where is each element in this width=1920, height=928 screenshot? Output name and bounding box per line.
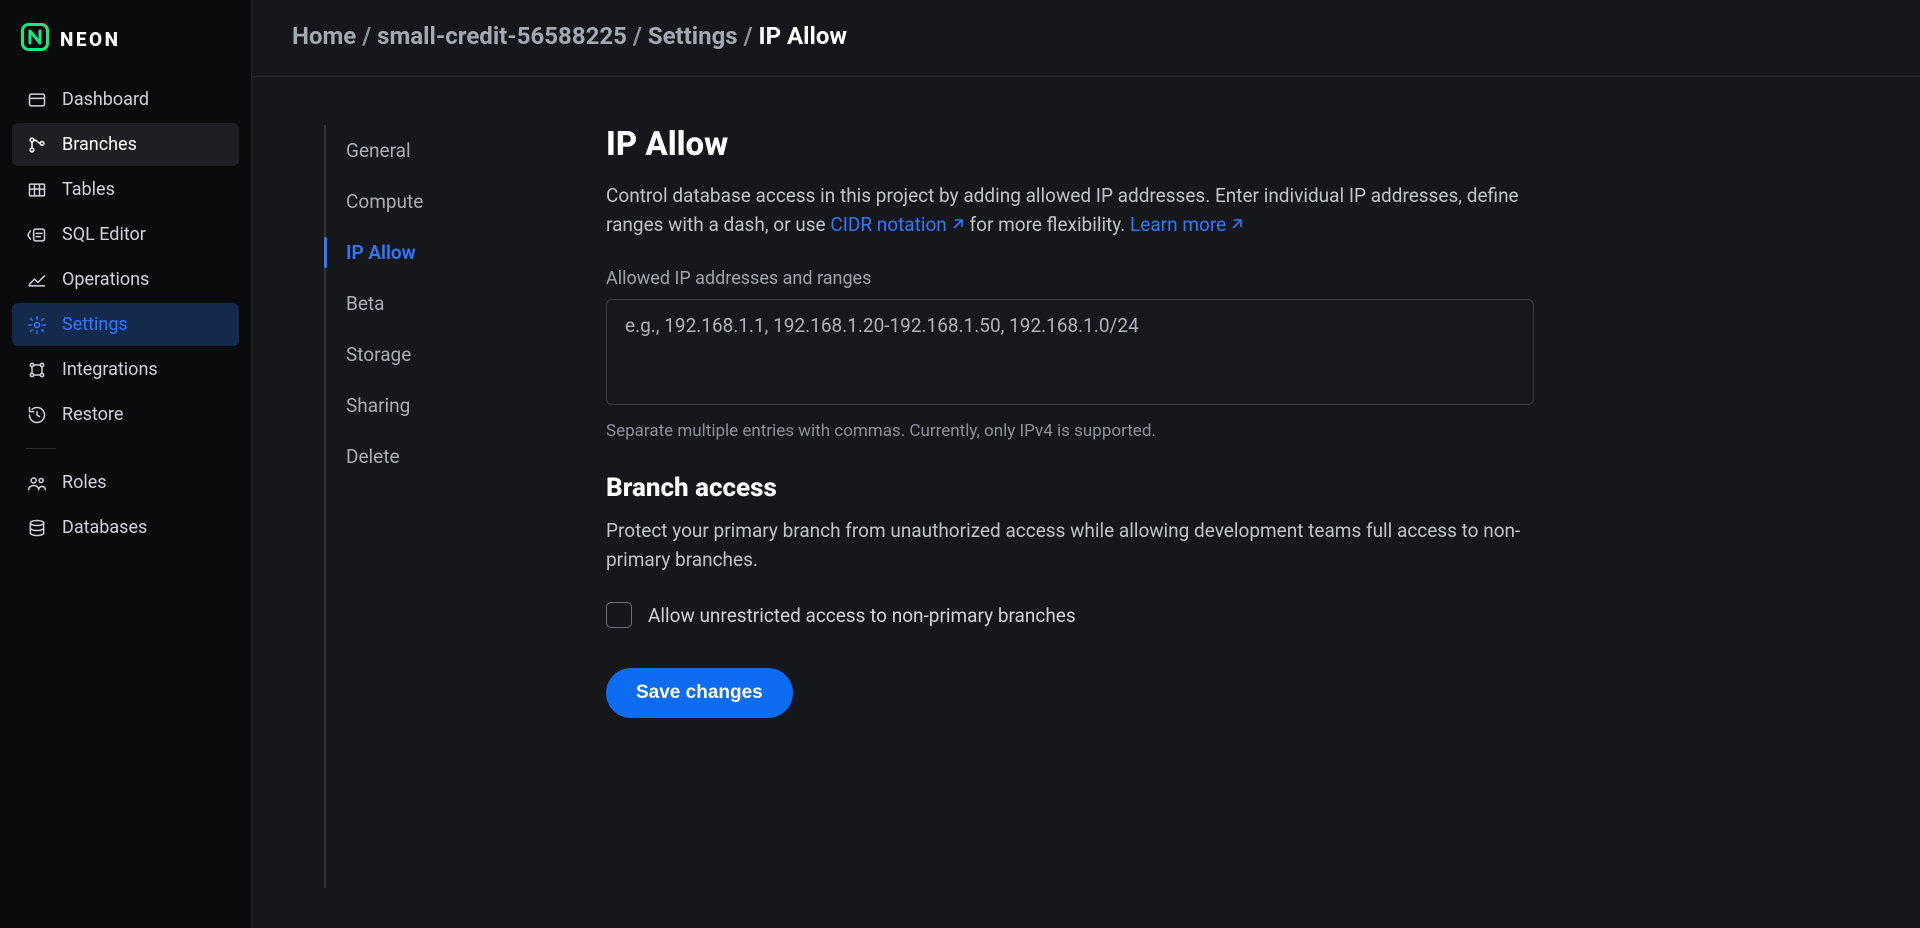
desc-text-2: for more flexibility. bbox=[965, 213, 1130, 236]
content: GeneralComputeIP AllowBetaStorageSharing… bbox=[252, 77, 1920, 928]
settings-tab-storage[interactable]: Storage bbox=[326, 329, 574, 380]
nav-item-integrations[interactable]: Integrations bbox=[12, 348, 239, 391]
external-link-icon bbox=[950, 212, 965, 241]
cidr-notation-link[interactable]: CIDR notation bbox=[830, 213, 964, 236]
sql-editor-icon bbox=[26, 225, 48, 245]
logo[interactable]: NEON bbox=[12, 18, 239, 78]
settings-tab-compute[interactable]: Compute bbox=[326, 176, 574, 227]
ip-allow-input[interactable] bbox=[606, 299, 1534, 405]
settings-tab-sharing[interactable]: Sharing bbox=[326, 380, 574, 431]
settings-tab-delete[interactable]: Delete bbox=[326, 431, 574, 482]
breadcrumb-separator: / bbox=[633, 22, 642, 50]
breadcrumb-separator: / bbox=[744, 22, 753, 50]
external-link-icon bbox=[1229, 212, 1244, 241]
nav-item-operations[interactable]: Operations bbox=[12, 258, 239, 301]
settings-tab-beta[interactable]: Beta bbox=[326, 278, 574, 329]
integrations-icon bbox=[26, 360, 48, 380]
branch-access-title: Branch access bbox=[606, 473, 1534, 503]
nav-item-branches[interactable]: Branches bbox=[12, 123, 239, 166]
breadcrumb-item: IP Allow bbox=[759, 22, 847, 50]
branch-access-description: Protect your primary branch from unautho… bbox=[606, 517, 1534, 574]
nav-item-label: Operations bbox=[62, 269, 149, 290]
breadcrumb-separator: / bbox=[362, 22, 371, 50]
databases-icon bbox=[26, 518, 48, 538]
learn-more-text: Learn more bbox=[1130, 213, 1226, 236]
restore-icon bbox=[26, 405, 48, 425]
dashboard-icon bbox=[26, 90, 48, 110]
nav-item-label: Branches bbox=[62, 134, 137, 155]
checkbox-row: Allow unrestricted access to non-primary… bbox=[606, 602, 1534, 628]
nav-item-dashboard[interactable]: Dashboard bbox=[12, 78, 239, 121]
settings-tab-ip-allow[interactable]: IP Allow bbox=[326, 227, 574, 278]
page-description: Control database access in this project … bbox=[606, 182, 1534, 240]
settings-panel: IP Allow Control database access in this… bbox=[574, 125, 1534, 888]
nav-item-label: Settings bbox=[62, 314, 128, 335]
breadcrumb-bar: Home / small-credit-56588225 / Settings … bbox=[252, 0, 1920, 77]
unrestricted-access-checkbox[interactable] bbox=[606, 602, 632, 628]
nav-divider bbox=[26, 448, 56, 449]
nav-item-settings[interactable]: Settings bbox=[12, 303, 239, 346]
nav-item-label: Restore bbox=[62, 404, 123, 425]
main: Home / small-credit-56588225 / Settings … bbox=[252, 0, 1920, 928]
ip-field-label: Allowed IP addresses and ranges bbox=[606, 268, 1534, 289]
nav-item-sql-editor[interactable]: SQL Editor bbox=[12, 213, 239, 256]
learn-more-link[interactable]: Learn more bbox=[1130, 213, 1244, 236]
nav-item-restore[interactable]: Restore bbox=[12, 393, 239, 436]
roles-icon bbox=[26, 473, 48, 493]
neon-logo-icon bbox=[20, 22, 50, 56]
settings-tab-general[interactable]: General bbox=[326, 125, 574, 176]
page-title: IP Allow bbox=[606, 125, 1534, 164]
nav-item-tables[interactable]: Tables bbox=[12, 168, 239, 211]
breadcrumb: Home / small-credit-56588225 / Settings … bbox=[292, 22, 1880, 50]
branches-icon bbox=[26, 135, 48, 155]
ip-field-helper: Separate multiple entries with commas. C… bbox=[606, 421, 1534, 441]
nav-item-label: SQL Editor bbox=[62, 224, 146, 245]
operations-icon bbox=[26, 270, 48, 290]
settings-icon bbox=[26, 315, 48, 335]
nav-item-label: Dashboard bbox=[62, 89, 149, 110]
breadcrumb-item[interactable]: small-credit-56588225 bbox=[377, 22, 627, 50]
nav-item-roles[interactable]: Roles bbox=[12, 461, 239, 504]
breadcrumb-item[interactable]: Home bbox=[292, 22, 356, 50]
unrestricted-access-label: Allow unrestricted access to non-primary… bbox=[648, 604, 1076, 627]
sidebar: NEON Dashboard Branches Tables SQL Editor Op… bbox=[0, 0, 252, 928]
tables-icon bbox=[26, 180, 48, 200]
breadcrumb-item[interactable]: Settings bbox=[648, 22, 738, 50]
logo-text: NEON bbox=[60, 28, 121, 51]
nav-item-label: Integrations bbox=[62, 359, 158, 380]
settings-nav: GeneralComputeIP AllowBetaStorageSharing… bbox=[324, 125, 574, 888]
nav-item-label: Databases bbox=[62, 517, 147, 538]
save-button[interactable]: Save changes bbox=[606, 668, 793, 718]
nav-item-label: Tables bbox=[62, 179, 115, 200]
nav-item-databases[interactable]: Databases bbox=[12, 506, 239, 549]
nav-item-label: Roles bbox=[62, 472, 107, 493]
cidr-link-text: CIDR notation bbox=[830, 213, 946, 236]
